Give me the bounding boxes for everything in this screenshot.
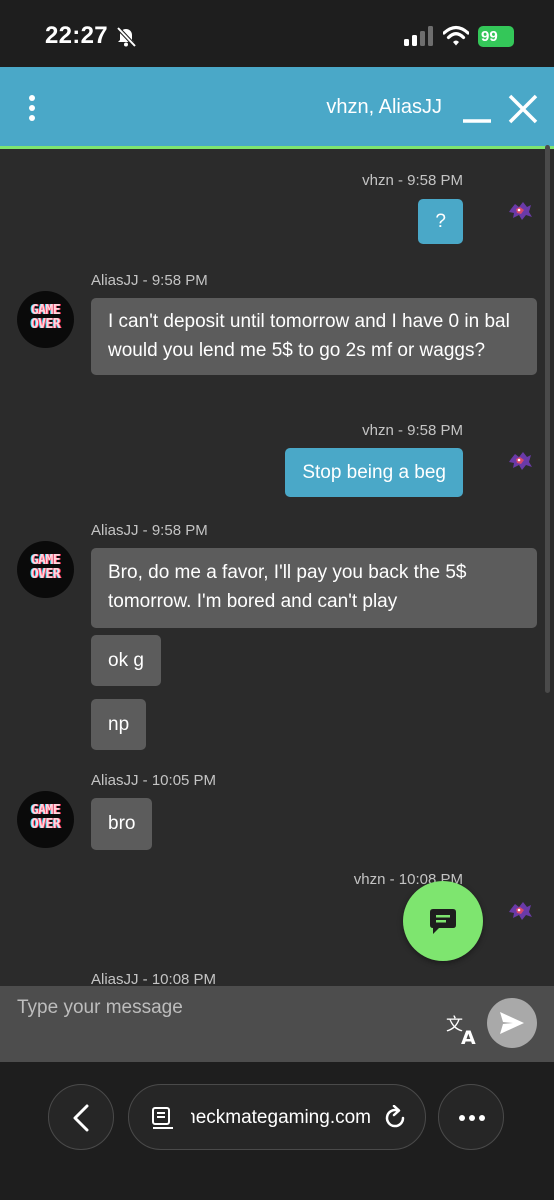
chat-fab-button[interactable] xyxy=(403,881,483,961)
minimize-icon[interactable] xyxy=(460,92,494,126)
clipped-meta-container: AliasJJ - 10:08 PM xyxy=(0,966,554,986)
message-input[interactable] xyxy=(0,986,440,1030)
avatar[interactable]: GAME OVER xyxy=(17,291,74,348)
url-text: checkmategaming.com xyxy=(191,1107,371,1128)
message-bubble-incoming: ok g xyxy=(91,635,161,686)
message-bubble-incoming: np xyxy=(91,699,147,750)
bell-slash-icon xyxy=(116,26,137,48)
svg-text:A: A xyxy=(461,1027,476,1046)
ghost-avatar-icon xyxy=(509,902,532,920)
reader-mode-icon[interactable] xyxy=(151,1106,175,1130)
scrollbar[interactable] xyxy=(545,145,550,693)
ghost-avatar-icon xyxy=(509,452,532,470)
message-meta: AliasJJ - 10:08 PM xyxy=(91,971,217,986)
chat-bubble-icon xyxy=(430,909,456,934)
avatar-game-over-text: GAME OVER xyxy=(30,803,61,832)
cellular-signal-icon xyxy=(404,26,433,46)
avatar[interactable]: GAME OVER xyxy=(17,541,74,598)
battery-indicator: 99 xyxy=(478,26,514,47)
message-meta: AliasJJ - 9:58 PM xyxy=(91,272,208,289)
reload-icon[interactable] xyxy=(382,1105,408,1131)
battery-level: 99 xyxy=(481,28,498,45)
send-icon xyxy=(500,1012,524,1034)
chat-title: vhzn, AliasJJ xyxy=(326,96,442,118)
status-time: 22:27 xyxy=(45,22,108,49)
message-meta: AliasJJ - 9:58 PM xyxy=(91,522,208,539)
message-meta: vhzn - 9:58 PM xyxy=(362,422,463,439)
status-bar: 22:27 99 xyxy=(0,0,554,67)
more-horizontal-icon xyxy=(459,1115,485,1121)
chat-header: vhzn, AliasJJ xyxy=(0,67,554,149)
avatar-game-over-text: GAME OVER xyxy=(30,303,61,332)
address-bar[interactable]: checkmategaming.com xyxy=(128,1084,426,1150)
message-bubble-incoming: I can't deposit until tomorrow and I hav… xyxy=(91,298,537,375)
message-bubble-outgoing: ? xyxy=(418,199,463,244)
message-bubble-incoming: Bro, do me a favor, I'll pay you back th… xyxy=(91,548,537,628)
message-meta: vhzn - 9:58 PM xyxy=(362,172,463,189)
avatar-game-over-text: GAME OVER xyxy=(30,553,61,582)
ghost-avatar-icon xyxy=(509,202,532,220)
translate-icon[interactable]: 文 A xyxy=(446,1014,480,1046)
message-bubble-outgoing: Stop being a beg xyxy=(285,448,463,497)
kebab-menu-icon[interactable] xyxy=(26,94,38,122)
avatar[interactable]: GAME OVER xyxy=(17,791,74,848)
message-bubble-incoming: bro xyxy=(91,798,153,850)
back-button[interactable] xyxy=(48,1084,114,1150)
chevron-left-icon xyxy=(73,1104,89,1132)
browser-toolbar: checkmategaming.com xyxy=(0,1062,554,1200)
wifi-icon xyxy=(443,25,469,46)
send-button[interactable] xyxy=(487,998,537,1048)
close-icon[interactable] xyxy=(506,92,540,126)
message-meta: AliasJJ - 10:05 PM xyxy=(91,772,217,789)
message-composer: 文 A xyxy=(0,986,554,1062)
more-options-button[interactable] xyxy=(438,1084,504,1150)
